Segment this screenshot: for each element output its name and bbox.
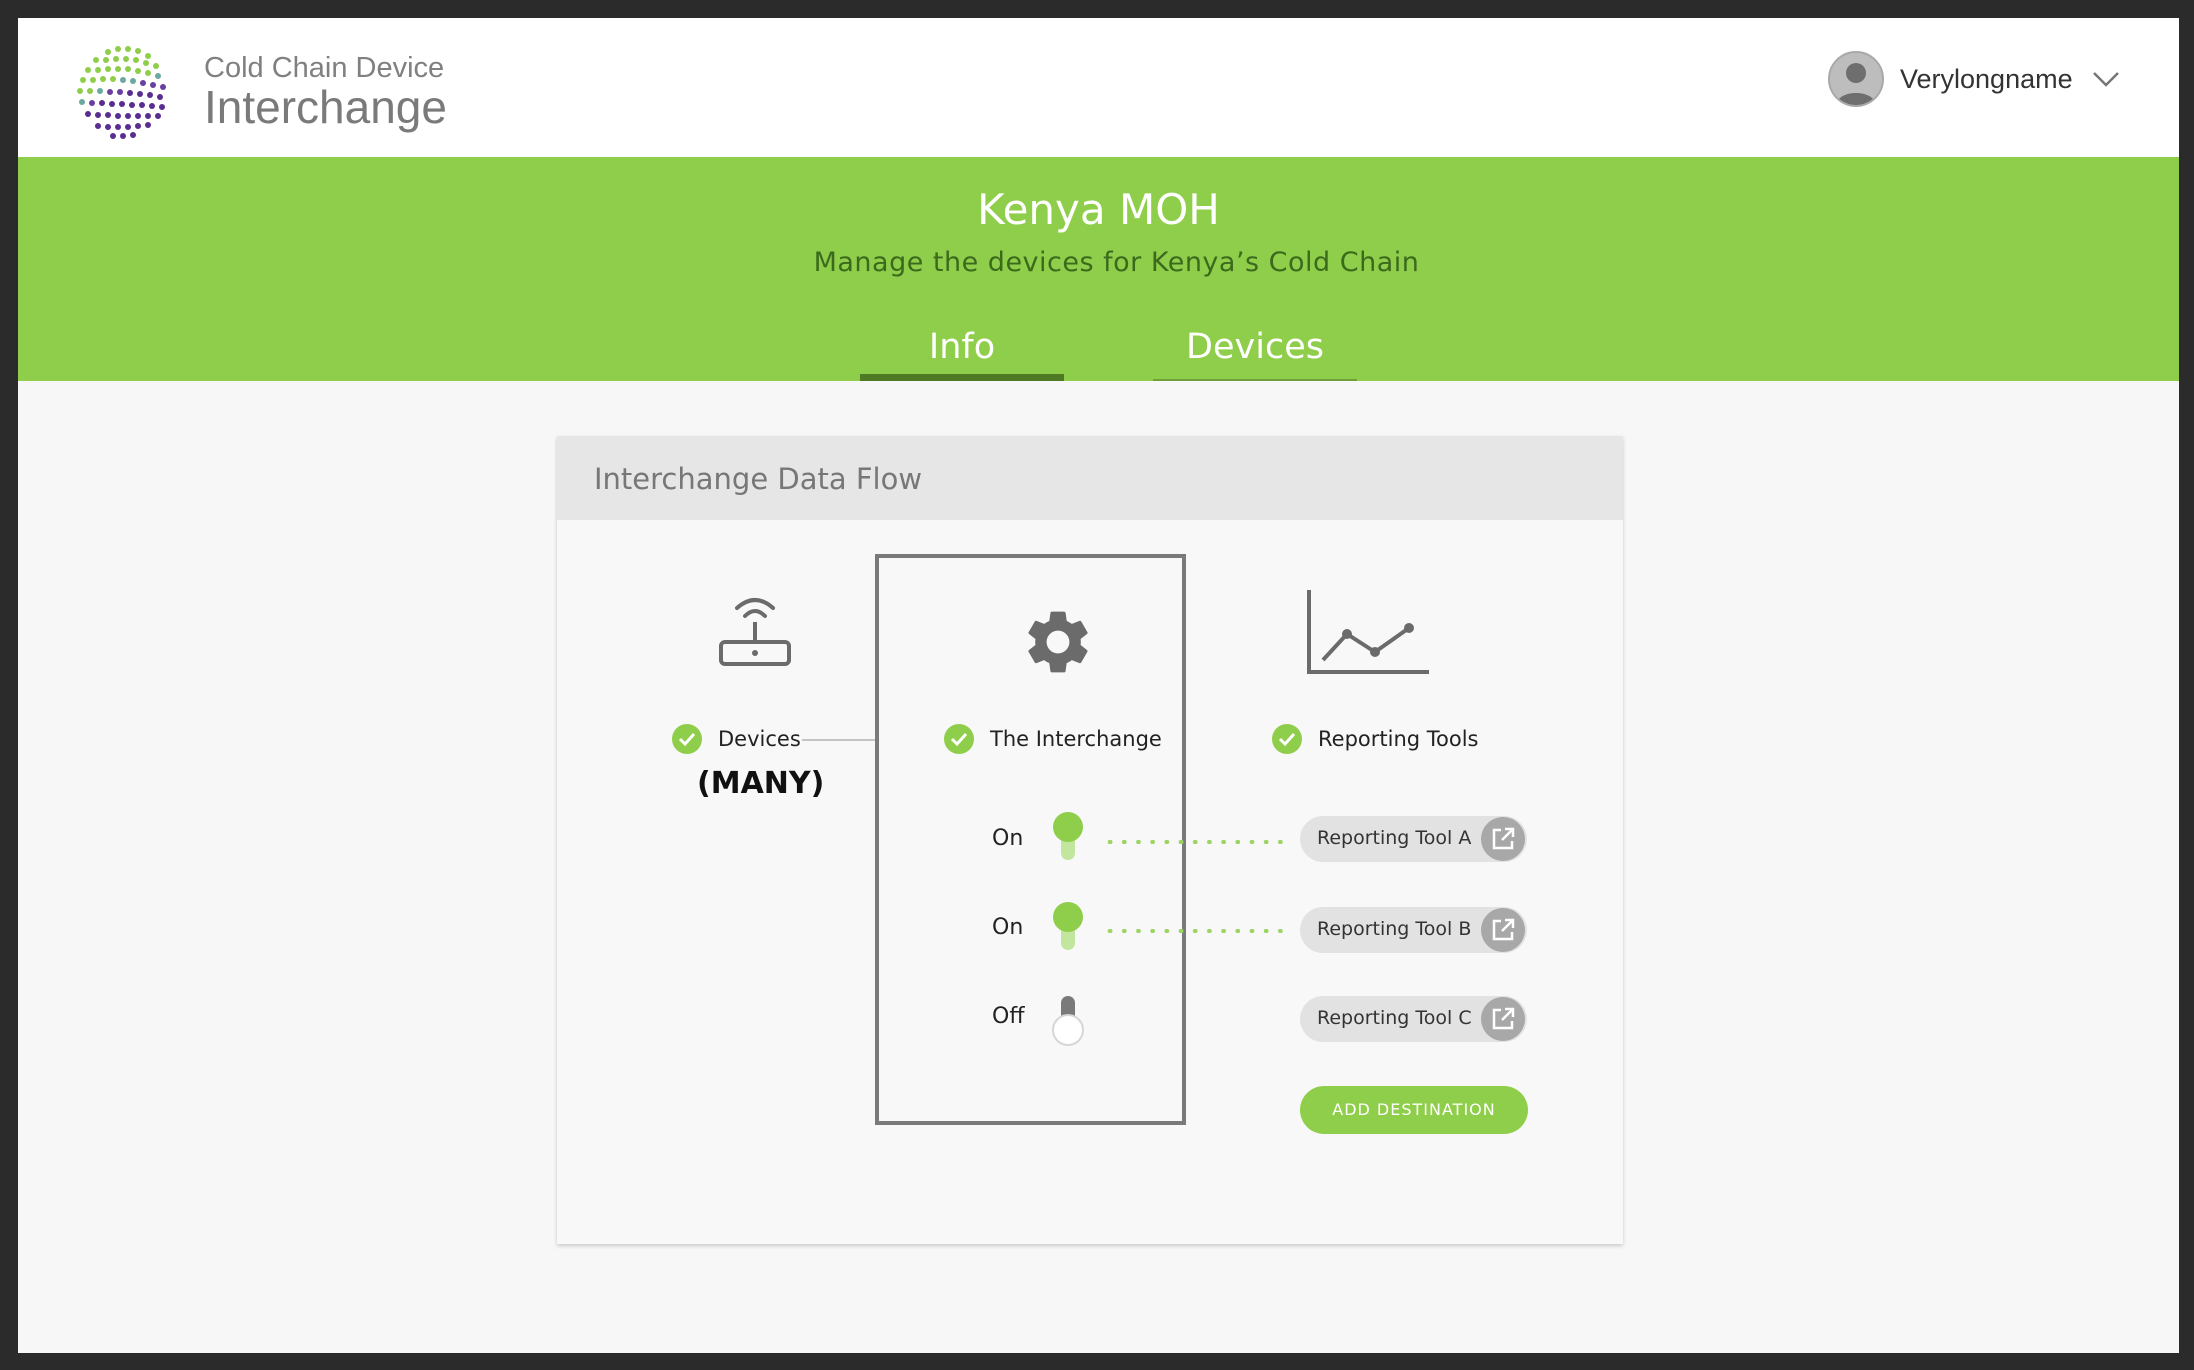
toggle-switch-3[interactable] [1050,994,1086,1048]
reporting-label: Reporting Tools [1318,727,1479,751]
toggle-label-3: Off [992,1004,1025,1029]
connection-dots-1 [1103,840,1283,844]
devices-status: Devices [672,724,801,754]
page-title: Kenya MOH [977,185,1220,234]
org-header: Kenya MOH Manage the devices for Kenya’s… [18,157,2179,381]
devices-label: Devices [718,727,801,751]
reporting-tool-c[interactable]: Reporting Tool C [1300,996,1527,1042]
reporting-tool-label: Reporting Tool A [1317,827,1472,849]
connector-line [802,739,877,741]
devices-count: (MANY) [697,766,825,801]
interchange-label: The Interchange [990,727,1162,751]
router-icon [719,598,791,666]
check-icon [1272,724,1302,754]
external-link-icon[interactable] [1481,908,1525,952]
user-avatar-icon[interactable] [1828,51,1884,107]
card-header: Interchange Data Flow [557,436,1623,520]
chevron-down-icon[interactable] [2091,69,2121,89]
toggle-switch-2[interactable] [1050,900,1086,954]
interchange-status: The Interchange [944,724,1162,754]
tab-devices[interactable]: Devices [1153,327,1357,381]
page-subtitle: Manage the devices for Kenya’s Cold Chai… [813,247,1420,278]
external-link-icon[interactable] [1481,997,1525,1041]
user-name[interactable]: Verylongname [1900,64,2073,95]
top-bar: Cold Chain Device Interchange Verylongna… [18,18,2179,157]
reporting-tool-label: Reporting Tool B [1317,918,1472,940]
toggle-switch-1[interactable] [1050,810,1086,864]
reporting-tool-label: Reporting Tool C [1317,1007,1472,1029]
brand-line-2: Interchange [204,81,447,133]
line-chart-icon [1307,590,1429,674]
connection-dots-2 [1103,929,1283,933]
app-window: Cold Chain Device Interchange Verylongna… [18,18,2179,1353]
add-destination-button[interactable]: ADD DESTINATION [1300,1086,1528,1134]
globe-dots-logo[interactable] [68,36,178,146]
reporting-status: Reporting Tools [1272,724,1479,754]
user-menu[interactable]: Verylongname [1828,48,2121,110]
check-icon [672,724,702,754]
reporting-tool-b[interactable]: Reporting Tool B [1300,907,1527,953]
reporting-tool-a[interactable]: Reporting Tool A [1300,816,1527,862]
tab-info[interactable]: Info [860,327,1064,381]
data-flow-card: Interchange Data Flow Devices (MANY) The… [557,436,1623,1244]
external-link-icon[interactable] [1481,817,1525,861]
toggle-label-2: On [992,915,1024,940]
gear-icon [1028,611,1088,673]
toggle-label-1: On [992,826,1024,851]
check-icon [944,724,974,754]
card-title: Interchange Data Flow [594,462,923,496]
